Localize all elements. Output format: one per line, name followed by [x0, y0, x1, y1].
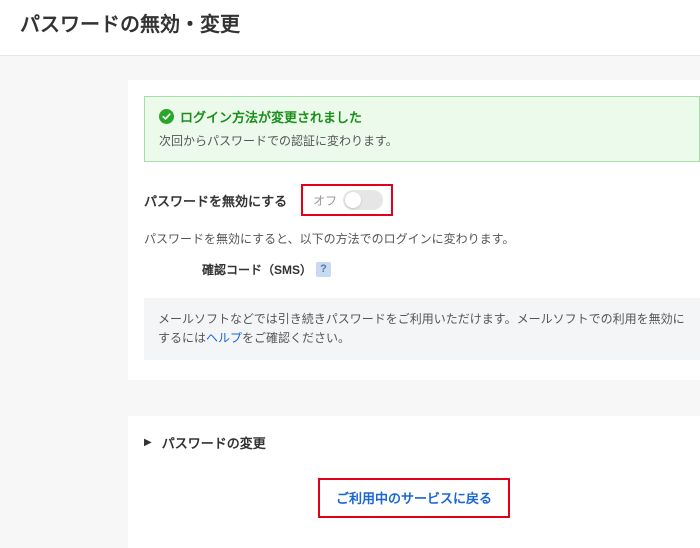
password-change-card: ▶ パスワードの変更	[128, 416, 700, 472]
sms-label: 確認コード（SMS）	[202, 261, 312, 278]
info-box: メールソフトなどでは引き続きパスワードをご利用いただけます。メールソフトでの利用…	[144, 298, 700, 360]
page-header: パスワードの無効・変更	[0, 0, 700, 56]
success-subtext: 次回からパスワードでの認証に変わります。	[159, 132, 685, 149]
page-title: パスワードの無効・変更	[20, 8, 680, 37]
password-change-toggle[interactable]: ▶ パスワードの変更	[144, 433, 700, 452]
toggle-highlight-box: オフ	[301, 184, 393, 216]
sms-method-row: 確認コード（SMS） ?	[144, 261, 700, 278]
toggle-knob	[345, 192, 361, 208]
info-text-2: をご確認ください。	[242, 331, 350, 345]
success-title: ログイン方法が変更されました	[180, 107, 362, 126]
disable-password-label: パスワードを無効にする	[144, 191, 287, 210]
spacer	[0, 380, 700, 416]
disable-password-row: パスワードを無効にする オフ	[144, 184, 700, 216]
disable-description: パスワードを無効にすると、以下の方法でのログインに変わります。	[144, 230, 700, 247]
return-section: ご利用中のサービスに戻る	[128, 472, 700, 548]
return-highlight-box: ご利用中のサービスに戻る	[318, 478, 510, 518]
content-area: ログイン方法が変更されました 次回からパスワードでの認証に変わります。 パスワー…	[0, 56, 700, 548]
password-disable-card: ログイン方法が変更されました 次回からパスワードでの認証に変わります。 パスワー…	[128, 80, 700, 380]
disable-password-toggle[interactable]	[343, 190, 383, 210]
help-icon[interactable]: ?	[316, 262, 331, 277]
check-circle-icon	[159, 109, 174, 124]
help-link[interactable]: ヘルプ	[206, 331, 242, 345]
success-row: ログイン方法が変更されました	[159, 107, 685, 126]
password-change-label: パスワードの変更	[162, 433, 266, 452]
expand-icon: ▶	[144, 437, 152, 448]
return-to-service-link[interactable]: ご利用中のサービスに戻る	[336, 491, 492, 506]
toggle-state-text: オフ	[313, 192, 337, 209]
success-banner: ログイン方法が変更されました 次回からパスワードでの認証に変わります。	[144, 96, 700, 162]
